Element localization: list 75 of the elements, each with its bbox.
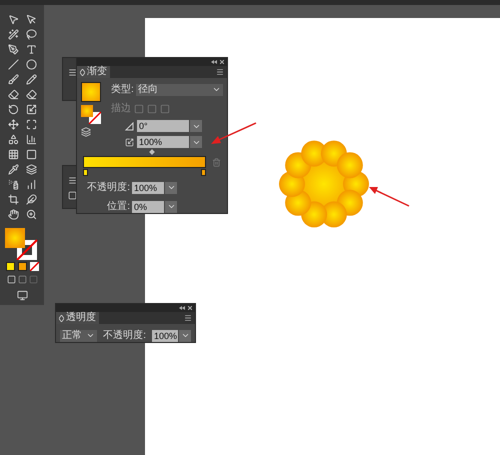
fill-stroke-swatch[interactable]	[5, 228, 39, 260]
dropdown-button[interactable]	[165, 200, 177, 212]
pencil-icon[interactable]	[26, 74, 36, 84]
selection-tool-icon[interactable]	[8, 14, 18, 24]
none-mode-swatch[interactable]	[30, 262, 38, 271]
opacity-label: 不透明度:	[103, 328, 146, 343]
panel-menu-icon[interactable]	[184, 314, 192, 322]
annotation-arrow	[210, 122, 257, 146]
location-label: 位置:	[107, 200, 130, 214]
type-label: 类型:	[111, 82, 134, 97]
expand-options-icon[interactable]	[59, 314, 64, 322]
gradient-mode-swatch[interactable]	[18, 262, 26, 271]
close-icon[interactable]	[220, 60, 224, 64]
reverse-gradient-icon[interactable]	[81, 127, 91, 137]
gradient-preview-swatch[interactable]	[81, 82, 101, 102]
dropdown-button[interactable]	[179, 330, 191, 342]
stroke-label: 描边	[111, 102, 131, 116]
slice-icon[interactable]	[26, 194, 36, 204]
screen-mode-icon[interactable]	[16, 290, 28, 301]
fill-stroke-swatch[interactable]	[81, 105, 101, 124]
color-mode-swatch[interactable]	[6, 262, 14, 271]
pen-tool-icon[interactable]	[8, 44, 18, 54]
eraser-icon[interactable]	[26, 88, 36, 100]
panel-icon[interactable]	[68, 176, 77, 185]
expand-options-icon[interactable]	[80, 68, 85, 76]
zoom-icon[interactable]	[26, 208, 36, 220]
scale-icon[interactable]	[26, 104, 36, 114]
dropdown-button[interactable]	[190, 120, 202, 132]
caret-icon	[180, 331, 190, 340]
hand-icon[interactable]	[8, 208, 18, 220]
draw-normal-icon[interactable]	[6, 275, 16, 284]
rotate-icon[interactable]	[8, 104, 18, 114]
type-dropdown[interactable]: 径向	[136, 84, 223, 96]
color-stop[interactable]	[201, 169, 206, 176]
caret-icon	[166, 202, 176, 211]
close-icon[interactable]	[188, 306, 192, 310]
location-field[interactable]: 0%	[132, 200, 164, 212]
eyedropper-icon[interactable]	[8, 164, 18, 174]
ellipse-tool-icon[interactable]	[26, 58, 36, 70]
gradient-tool-icon[interactable]	[26, 148, 36, 160]
caret-icon	[212, 85, 221, 94]
lasso-icon[interactable]	[26, 28, 36, 40]
mesh-icon[interactable]	[8, 148, 18, 160]
type-tool-icon[interactable]	[26, 44, 36, 54]
graph-icon[interactable]	[26, 178, 36, 190]
angle-icon	[125, 122, 134, 130]
caret-icon	[86, 331, 96, 340]
dropdown-button[interactable]	[190, 136, 202, 148]
collapse-icon[interactable]	[211, 60, 217, 64]
aspect-ratio-field[interactable]: 100%	[137, 136, 189, 148]
angle-field[interactable]: 0°	[137, 120, 189, 132]
annotation-arrow	[368, 185, 410, 207]
opacity-label: 不透明度:	[87, 180, 130, 195]
line-tool-icon[interactable]	[8, 58, 18, 70]
eraser-icon[interactable]	[8, 88, 18, 100]
opacity-field[interactable]: 100%	[152, 330, 178, 342]
collapse-icon[interactable]	[179, 306, 185, 310]
dropdown-button[interactable]	[165, 182, 177, 194]
warp-icon[interactable]	[8, 118, 18, 130]
panel-icon[interactable]	[68, 68, 77, 77]
artboard-icon[interactable]	[8, 194, 18, 204]
brush-icon[interactable]	[8, 74, 18, 84]
caret-icon	[166, 183, 176, 192]
panel-menu-icon[interactable]	[216, 68, 224, 76]
blend-mode-dropdown[interactable]: 正常	[60, 330, 98, 342]
aspect-ratio-icon	[125, 138, 134, 146]
panel-icon[interactable]	[68, 191, 77, 200]
shape-builder-icon[interactable]	[8, 134, 18, 144]
magic-wand-icon[interactable]	[8, 28, 18, 40]
blend-icon[interactable]	[26, 164, 36, 174]
opacity-field[interactable]: 100%	[132, 182, 164, 194]
direct-selection-tool-icon[interactable]	[26, 14, 36, 24]
draw-behind-icon[interactable]	[18, 275, 26, 284]
color-stop[interactable]	[83, 169, 88, 176]
free-transform-icon[interactable]	[26, 118, 36, 130]
